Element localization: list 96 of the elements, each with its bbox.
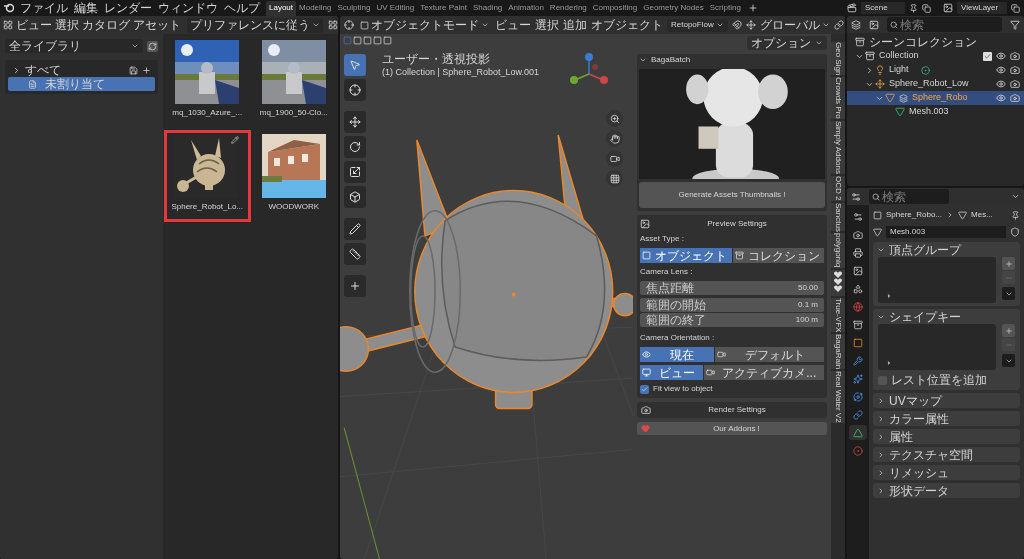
asset-tile[interactable]: mq_1030_Azure_... [164, 36, 251, 128]
import-method-dropdown[interactable]: プリファレンスに従う [187, 17, 323, 33]
menu-item[interactable]: 編集 [74, 1, 98, 15]
sidebar-tab[interactable]: polygoniq [831, 233, 845, 268]
workspace-tab[interactable]: Rendering [546, 0, 590, 16]
menu-item[interactable]: ビュー [495, 18, 531, 32]
panel-title[interactable]: UVマップ [889, 393, 942, 408]
checkbox-label: レスト位置を追加 [891, 373, 987, 387]
workspace-tab[interactable]: Animation [505, 0, 547, 16]
field-label: Camera Orientation : [640, 332, 716, 344]
outliner-label: Sphere_Robot_Low [889, 77, 969, 91]
search-field[interactable]: 検索 [887, 17, 1002, 32]
toggle-button[interactable]: ビュー [640, 365, 703, 380]
workspace-tab[interactable]: Modeling [296, 0, 335, 16]
menu-item[interactable]: ビュー [16, 18, 52, 32]
view-info: (1) Collection | Sphere_Robot_Low.001 [382, 66, 539, 79]
panel-title[interactable]: 属性 [889, 429, 913, 444]
workspace-tab[interactable]: Sculpting [334, 0, 374, 16]
outliner-row[interactable]: Collection [847, 49, 1024, 63]
workspace-tab[interactable]: Texture Paint [417, 0, 470, 16]
toggle-button[interactable]: デフォルト [714, 347, 824, 362]
panel-title[interactable]: シェイプキー [889, 309, 961, 324]
number-field[interactable]: 焦点距離 50.00 [640, 281, 824, 295]
toggle-button[interactable]: オブジェクト [640, 248, 732, 263]
mode-dropdown[interactable]: オブジェクトモード [358, 18, 491, 32]
outliner-row[interactable]: Sphere_Robot_Low [847, 77, 1024, 91]
toggle-button[interactable]: 現在 [640, 347, 714, 362]
sidebar-tab[interactable]: BagaRain [831, 334, 845, 370]
panel-title: BagaBatch [651, 54, 691, 66]
outliner-row[interactable]: Mesh.003 [847, 105, 1024, 119]
workspace-tab[interactable]: Shading [469, 0, 506, 16]
outliner-label: Collection [879, 49, 919, 63]
toggle-button[interactable]: コレクション [732, 248, 824, 263]
outliner-label: シーンコレクション [869, 35, 977, 49]
asset-name: Sphere_Robot_Lo... [171, 201, 244, 213]
menu-item[interactable]: ウィンドウ [158, 1, 218, 15]
panel-title[interactable]: リメッシュ [889, 465, 949, 480]
sidebar-tab[interactable]: True-VFX [831, 297, 845, 333]
panel-title[interactable]: カラー属性 [889, 411, 949, 426]
field-label: Camera Lens : [640, 266, 694, 278]
menu-item[interactable]: オブジェクト [591, 18, 663, 32]
section-title: Preview Settings [706, 218, 768, 230]
options-dropdown[interactable]: オプション [747, 36, 827, 50]
outliner-label: Sphere_Robo [912, 91, 968, 105]
asset-name: mq_1030_Azure_... [172, 107, 243, 119]
render-settings-header[interactable]: Render Settings [637, 402, 827, 418]
checkbox-label: Fit view to object [653, 383, 713, 395]
number-field[interactable]: 範囲の終了 100 m [640, 313, 824, 327]
outliner-label: Mesh.003 [909, 105, 949, 119]
asset-name: WOODWORK [268, 201, 320, 213]
menu-item[interactable]: 選択 [535, 18, 559, 32]
sidebar-tab[interactable]: Sanctus [831, 202, 845, 232]
outliner-row[interactable]: Light [847, 63, 1024, 77]
workspace-tab[interactable]: Compositing [589, 0, 641, 16]
asset-tile[interactable]: Sphere_Robot_Lo... [164, 130, 251, 222]
addon-dropdown[interactable]: RetopoFlow [667, 18, 728, 32]
number-field[interactable]: 範囲の開始 0.1 m [640, 298, 824, 312]
sidebar-tab[interactable]: Crowds Pro [831, 77, 845, 120]
view-layer-field[interactable]: ViewLayer [957, 2, 1007, 14]
sidebar-tab[interactable]: Geo Sign [831, 42, 845, 76]
menu-item[interactable]: 追加 [563, 18, 587, 32]
library-dropdown[interactable]: 全ライブラリ [5, 39, 143, 53]
menu-item[interactable]: アセット [133, 18, 181, 32]
mesh-name-field[interactable]: Mesh.003 [886, 226, 1006, 238]
panel-title[interactable]: テクスチャ空間 [889, 447, 973, 462]
scene-field[interactable]: Scene [861, 2, 905, 14]
toggle-button[interactable]: アクティブカメ... [703, 365, 824, 380]
panel-title[interactable]: 形状データ [889, 483, 949, 498]
asset-tile[interactable]: mq_1900_50-Clo... [250, 36, 337, 128]
workspace-tab[interactable]: Scripting [706, 0, 744, 16]
orientation-dropdown[interactable]: グローバル [759, 18, 830, 32]
search-field[interactable]: 検索 [869, 189, 949, 204]
outliner-label: Light [889, 63, 909, 77]
workspace-tab[interactable]: Layout [266, 0, 297, 16]
sidebar-tab[interactable]: Real Water V2 [831, 371, 845, 423]
field-label: Asset Type : [640, 233, 685, 245]
breadcrumb-item[interactable]: Sphere_Robo... [886, 209, 943, 221]
breadcrumb-item[interactable]: Mes... [971, 209, 993, 221]
menu-item[interactable]: レンダー [104, 1, 152, 15]
our-addons-button[interactable]: Our Addons ! [637, 422, 827, 435]
workspace-tab[interactable]: UV Editing [373, 0, 418, 16]
sidebar-tab[interactable]: Simply Addons [831, 121, 845, 175]
catalog-item[interactable]: すべて [25, 63, 61, 77]
asset-name: mq_1900_50-Clo... [259, 107, 328, 119]
menu-item[interactable]: 選択 [55, 18, 79, 32]
panel-title[interactable]: 頂点グループ [889, 242, 961, 257]
menu-item[interactable]: ヘルプ [224, 1, 260, 15]
outliner-row[interactable]: Sphere_Robo [847, 91, 1024, 105]
sidebar-tab[interactable]: OCD 2 [831, 176, 845, 201]
asset-tile[interactable]: WOODWORK [250, 130, 337, 222]
generate-button[interactable]: Generate Assets Thumbnails ! [639, 182, 825, 208]
menu-item[interactable]: ファイル [20, 1, 68, 15]
menu-item[interactable]: カタログ [82, 18, 130, 32]
workspace-tab[interactable]: Geometry Nodes [640, 0, 707, 16]
view-name: ユーザー・透視投影 [382, 52, 491, 66]
catalog-label: 未割り当て [45, 77, 105, 91]
